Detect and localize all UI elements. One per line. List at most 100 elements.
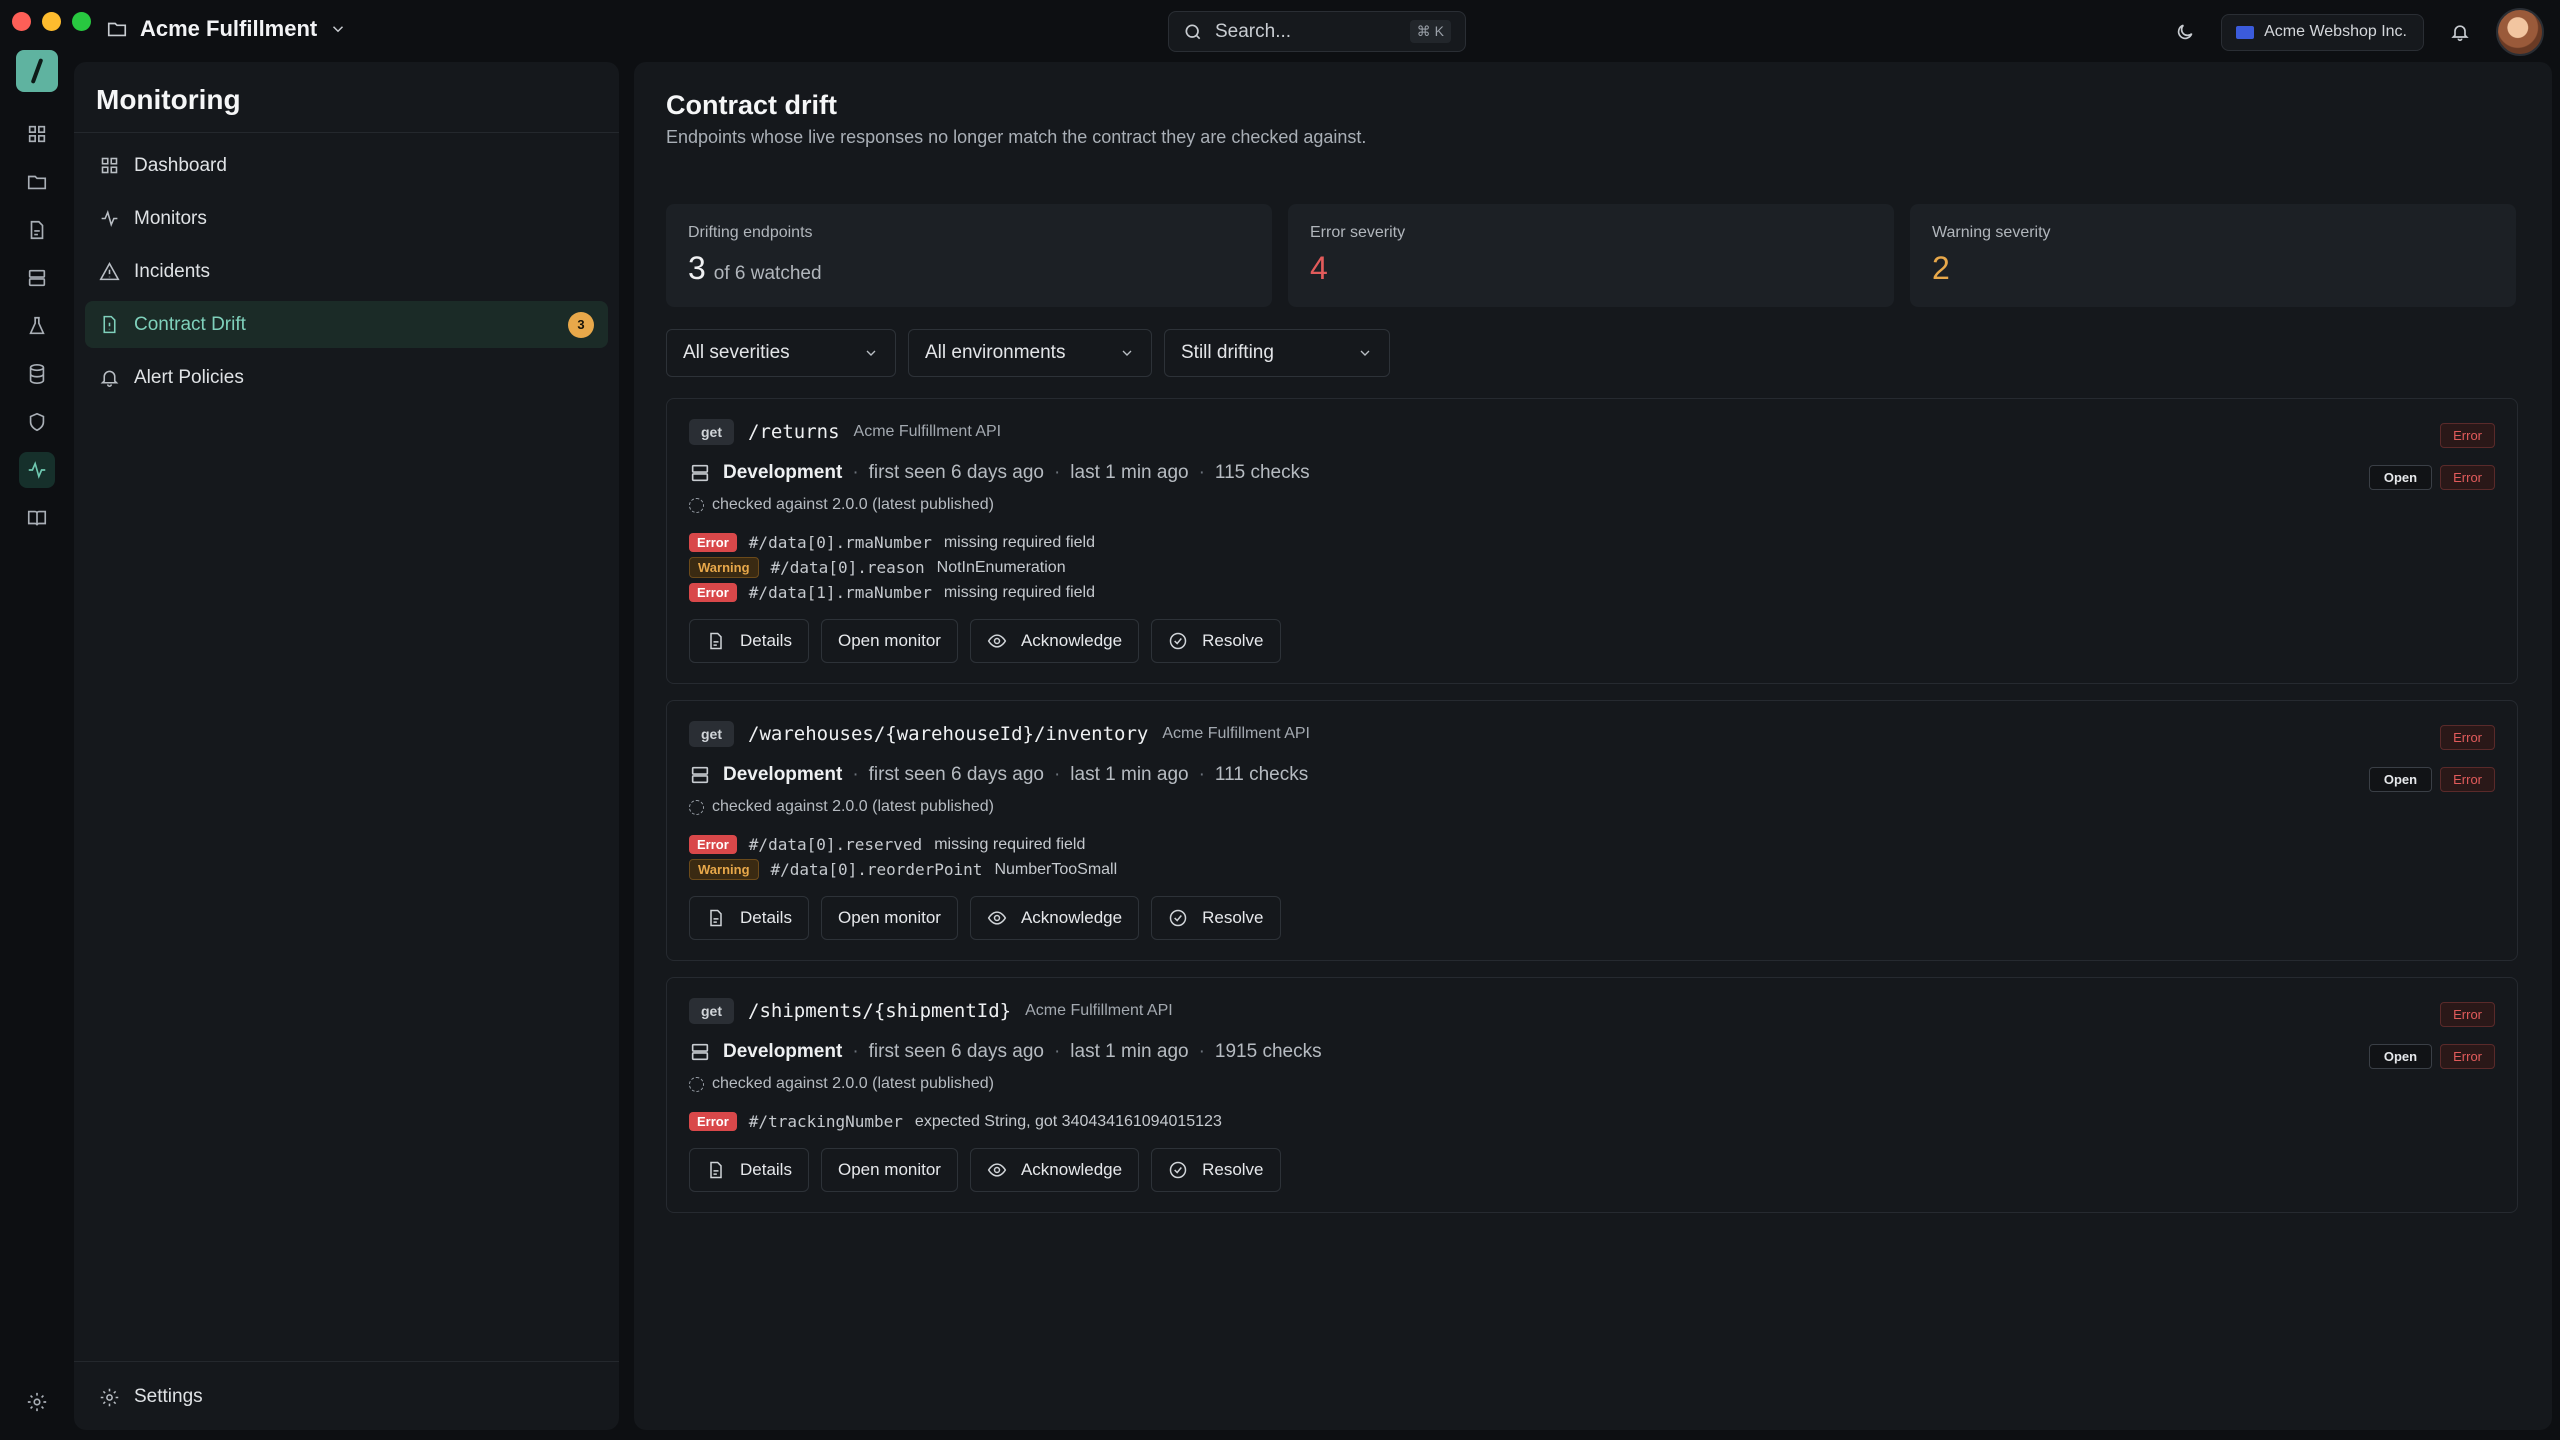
document-icon (710, 909, 722, 927)
resolve-button[interactable]: Resolve (1151, 896, 1281, 940)
sidebar-item-label: Incidents (134, 260, 211, 282)
environment-label: Development (689, 764, 842, 786)
rail-security-button[interactable] (19, 404, 55, 440)
last-seen: last 1 min ago (1070, 764, 1189, 785)
first-seen: first seen 6 days ago (868, 462, 1044, 483)
resolve-button[interactable]: Resolve (1151, 1148, 1281, 1192)
environment-filter-select[interactable]: All environments (908, 329, 1152, 377)
resolve-button[interactable]: Resolve (1151, 619, 1281, 663)
flask-icon (29, 316, 45, 335)
http-method-badge: get (689, 998, 734, 1024)
sidebar-item-monitors[interactable]: Monitors (85, 195, 608, 242)
http-method-badge: get (689, 721, 734, 747)
open-monitor-button[interactable]: Open monitor (820, 1148, 958, 1192)
card-meta: Development · first seen 6 days ago · la… (689, 462, 2495, 484)
button-label: Resolve (1202, 908, 1264, 927)
open-monitor-button[interactable]: Open monitor (820, 896, 958, 940)
document-icon (30, 220, 44, 240)
button-label: Resolve (1202, 631, 1264, 650)
severity-tag: Error (2440, 725, 2495, 750)
sidebar-item-dashboard[interactable]: Dashboard (85, 142, 608, 189)
folder-icon (107, 22, 127, 37)
organization-switcher[interactable]: Acme Webshop Inc. (2221, 13, 2424, 51)
issue-message: missing required field (943, 583, 1096, 601)
database-icon (29, 364, 45, 384)
issue-level-badge: Warning (689, 557, 759, 578)
http-method-badge: get (689, 419, 734, 445)
sidebar-item-label: Monitors (134, 207, 207, 229)
stat-number: 2 (1932, 250, 1950, 286)
endpoint-path: /shipments/{shipmentId} (748, 1000, 1012, 1022)
stat-drifting-endpoints: Drifting endpoints 3 of 6 watched (666, 204, 1272, 307)
issue-row: Error #/data[1].rmaNumber missing requir… (689, 580, 2495, 605)
first-seen: first seen 6 days ago (868, 764, 1044, 785)
rail-dashboard-button[interactable] (19, 116, 55, 152)
sidebar-settings-link[interactable]: Settings (99, 1386, 203, 1408)
card-actions: Details Open monitor Acknowledge Resolve (689, 1148, 2495, 1192)
button-label: Details (740, 631, 792, 650)
issue-level-badge: Error (689, 583, 737, 602)
check-circle-icon (1169, 909, 1187, 927)
project-switcher[interactable]: Acme Fulfillment (106, 16, 347, 42)
stat-number: 3 (688, 250, 706, 286)
drift-card: Error get /warehouses/{warehouseId}/inve… (666, 700, 2518, 961)
page-subtitle: Endpoints whose live responses no longer… (666, 127, 1367, 147)
sidebar-item-incidents[interactable]: Incidents (85, 248, 608, 295)
rail-monitoring-button[interactable] (19, 452, 55, 488)
stats-row: Drifting endpoints 3 of 6 watched Error … (666, 204, 2516, 307)
sidebar-item-contract-drift[interactable]: Contract Drift 3 (85, 301, 608, 348)
issue-message: missing required field (934, 835, 1086, 853)
settings-label: Settings (134, 1386, 203, 1407)
environment-label: Development (689, 1041, 842, 1063)
search-icon (1185, 24, 1201, 39)
rail-docs-book-button[interactable] (19, 500, 55, 536)
rail-database-button[interactable] (19, 356, 55, 392)
window-controls (12, 12, 91, 31)
details-button[interactable]: Details (689, 619, 809, 663)
environment-name: Development (723, 764, 843, 785)
checked-against: checked against 2.0.0 (latest published) (689, 1075, 2495, 1093)
details-button[interactable]: Details (689, 896, 809, 940)
search-input[interactable]: Search... ⌘ K (1168, 11, 1466, 52)
api-name: Acme Fulfillment API (1025, 1002, 1173, 1019)
rail-settings-button[interactable] (19, 1384, 55, 1420)
stat-label: Warning severity (1932, 224, 2051, 241)
status-filter-select[interactable]: Still drifting (1164, 329, 1390, 377)
chevron-down-icon (866, 350, 876, 356)
acknowledge-button[interactable]: Acknowledge (969, 1148, 1140, 1192)
button-label: Details (740, 908, 792, 927)
spinner-icon (689, 497, 704, 513)
grid-icon (28, 125, 46, 143)
theme-toggle-button[interactable] (2173, 20, 2197, 44)
maximize-window-button[interactable] (72, 12, 91, 31)
search-placeholder: Search... (1215, 20, 1292, 42)
open-monitor-button[interactable]: Open monitor (820, 619, 958, 663)
rail-tests-button[interactable] (19, 308, 55, 344)
acknowledge-button[interactable]: Acknowledge (969, 896, 1140, 940)
app-logo[interactable] (16, 50, 58, 92)
issue-row: Error #/data[0].rmaNumber missing requir… (689, 530, 2495, 555)
rail-docs-button[interactable] (19, 212, 55, 248)
minimize-window-button[interactable] (42, 12, 61, 31)
rail-servers-button[interactable] (19, 260, 55, 296)
check-circle-icon (1169, 632, 1187, 650)
shield-icon (29, 412, 45, 432)
stat-value: 3 of 6 watched (688, 250, 1250, 287)
issue-message: missing required field (943, 533, 1096, 551)
main-panel: Contract drift Endpoints whose live resp… (634, 62, 2552, 1430)
org-logo-icon (2236, 25, 2255, 39)
environment-label: Development (689, 462, 842, 484)
checked-against-text: checked against 2.0.0 (latest published) (712, 1075, 994, 1092)
sidebar-item-alert-policies[interactable]: Alert Policies (85, 354, 608, 401)
severity-filter-select[interactable]: All severities (666, 329, 896, 377)
issue-message: NotInEnumeration (936, 558, 1066, 576)
server-icon (691, 1043, 709, 1061)
rail-folders-button[interactable] (19, 164, 55, 200)
notifications-button[interactable] (2448, 20, 2472, 44)
acknowledge-button[interactable]: Acknowledge (969, 619, 1140, 663)
details-button[interactable]: Details (689, 1148, 809, 1192)
sidebar-nav: Dashboard Monitors Incidents Contract Dr… (85, 142, 608, 407)
checked-against-text: checked against 2.0.0 (latest published) (712, 798, 994, 815)
user-avatar[interactable] (2496, 8, 2544, 56)
close-window-button[interactable] (12, 12, 31, 31)
